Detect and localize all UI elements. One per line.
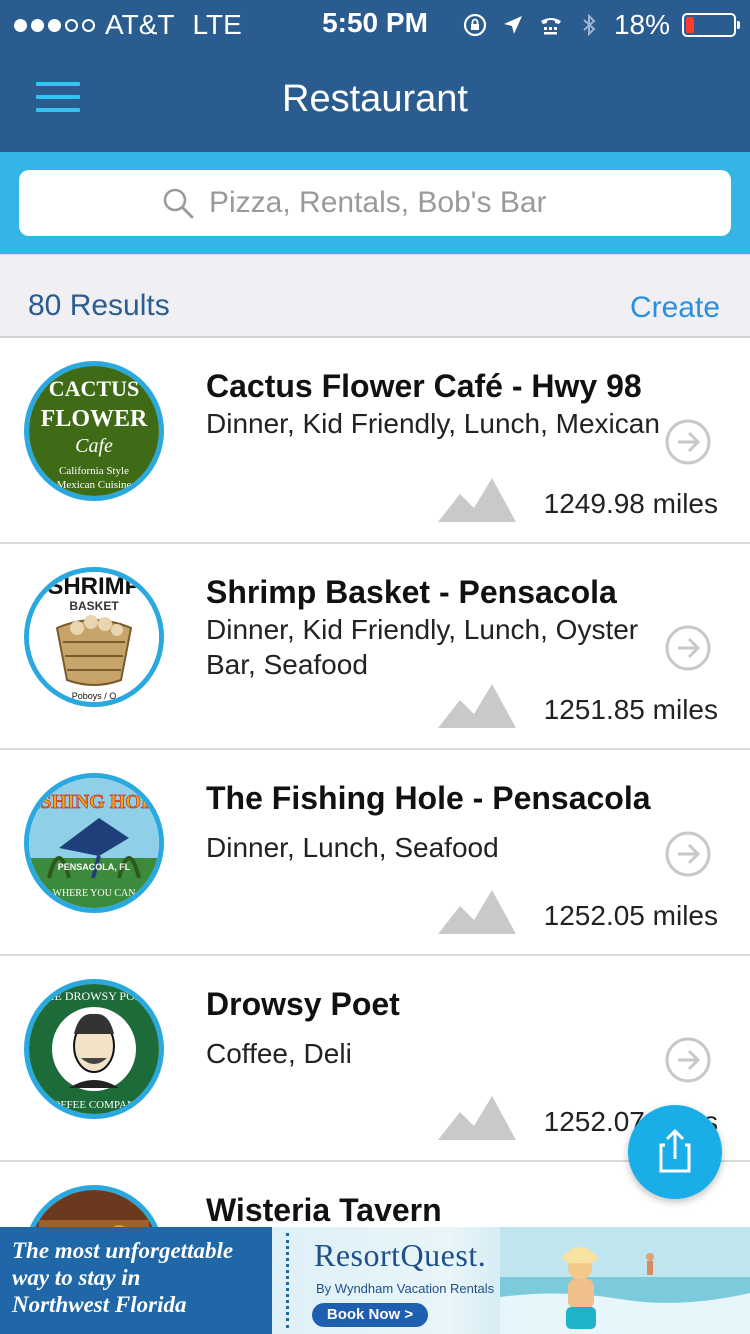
logo-text: Mexican Cuisine bbox=[57, 479, 132, 491]
battery-percent: 18% bbox=[613, 9, 670, 40]
restaurant-name: Cactus Flower Café - Hwy 98 bbox=[206, 368, 642, 404]
status-bar: AT&T LTE 5:50 PM 18% bbox=[0, 0, 750, 50]
restaurant-logo-image: SHRIMP BASKET Poboys / O bbox=[24, 567, 164, 707]
search-icon bbox=[163, 188, 194, 219]
ad-tagline-line: way to stay in bbox=[12, 1265, 141, 1290]
restaurant-name: Shrimp Basket - Pensacola bbox=[206, 574, 617, 610]
logo-text: THE DROWSY POET bbox=[39, 989, 151, 1003]
restaurant-name: Drowsy Poet bbox=[206, 986, 400, 1022]
share-icon bbox=[659, 1128, 691, 1173]
mountain-icon bbox=[438, 684, 516, 728]
restaurant-categories: Dinner, Kid Friendly, Lunch, Oyster Bar,… bbox=[206, 614, 639, 680]
navigation-bar: Restaurant bbox=[0, 50, 750, 152]
restaurant-distance: 1252.05 miles bbox=[543, 900, 718, 931]
list-item[interactable]: FISHING HOLE PENSACOLA, FL WHERE YOU CAN… bbox=[0, 750, 750, 956]
restaurant-distance: 1249.98 miles bbox=[543, 488, 718, 519]
logo-text: SHRIMP bbox=[47, 573, 140, 600]
logo-text: FISHING HOLE bbox=[29, 791, 159, 813]
battery-level-fill bbox=[686, 17, 694, 33]
bluetooth-icon bbox=[583, 13, 596, 37]
list-item[interactable]: CACTUS FLOWER Cafe California Style Mexi… bbox=[0, 338, 750, 544]
logo-text: COFFEE COMPANY bbox=[45, 1099, 143, 1111]
beach-photo bbox=[500, 1227, 750, 1334]
logo-text: PENSACOLA, FL bbox=[58, 862, 131, 872]
logo-text: Cafe bbox=[75, 435, 113, 457]
status-right: 18% bbox=[462, 8, 740, 42]
ad-tagline-line: The most unforgettable bbox=[12, 1238, 234, 1263]
list-item[interactable]: SHRIMP BASKET Poboys / O Shrimp Basket -… bbox=[0, 544, 750, 750]
mountain-icon bbox=[438, 478, 516, 522]
restaurant-logo-image: FISHING HOLE PENSACOLA, FL WHERE YOU CAN bbox=[24, 773, 164, 913]
ad-divider bbox=[286, 1233, 289, 1328]
logo-text: BASKET bbox=[69, 599, 119, 613]
share-button[interactable] bbox=[628, 1105, 722, 1199]
chevron-right-circle-icon[interactable] bbox=[664, 418, 712, 466]
create-button[interactable]: Create bbox=[630, 291, 720, 325]
chevron-right-circle-icon[interactable] bbox=[664, 1036, 712, 1084]
search-box[interactable] bbox=[19, 170, 731, 236]
book-now-button[interactable]: Book Now > bbox=[312, 1303, 428, 1327]
logo-text: California Style bbox=[59, 465, 129, 477]
ad-tagline: The most unforgettable way to stay in No… bbox=[12, 1237, 233, 1318]
rotation-lock-icon bbox=[463, 13, 487, 37]
logo-text: WHERE YOU CAN bbox=[53, 888, 136, 899]
ad-tagline-line: Northwest Florida bbox=[12, 1292, 187, 1317]
restaurant-name: The Fishing Hole - Pensacola bbox=[206, 780, 651, 816]
logo-text: Poboys / O bbox=[72, 691, 117, 701]
restaurant-logo-image: CACTUS FLOWER Cafe California Style Mexi… bbox=[24, 361, 164, 501]
mountain-icon bbox=[438, 890, 516, 934]
battery-icon bbox=[682, 13, 740, 37]
location-arrow-icon bbox=[503, 16, 522, 34]
search-bar-container bbox=[0, 152, 750, 254]
restaurant-logo-image: THE DROWSY POET COFFEE COMPANY bbox=[24, 979, 164, 1119]
page-title: Restaurant bbox=[282, 78, 468, 120]
search-input[interactable] bbox=[209, 186, 589, 220]
chevron-right-circle-icon[interactable] bbox=[664, 624, 712, 672]
restaurant-categories: Dinner, Kid Friendly, Lunch, Mexican bbox=[206, 408, 660, 439]
logo-text: CACTUS bbox=[49, 376, 139, 401]
results-header: 80 Results Create bbox=[0, 254, 750, 338]
tty-icon bbox=[540, 18, 561, 35]
ad-tagline-panel: The most unforgettable way to stay in No… bbox=[0, 1227, 272, 1334]
restaurant-distance: 1251.85 miles bbox=[543, 694, 718, 725]
restaurant-categories: Coffee, Deli bbox=[206, 1038, 352, 1069]
logo-text: FLOWER bbox=[41, 406, 148, 432]
chevron-right-circle-icon[interactable] bbox=[664, 830, 712, 878]
ad-banner[interactable]: The most unforgettable way to stay in No… bbox=[0, 1227, 750, 1334]
mountain-icon bbox=[438, 1096, 516, 1140]
restaurant-name: Wisteria Tavern bbox=[206, 1192, 442, 1228]
ad-brand-logo: ResortQuest. bbox=[314, 1237, 487, 1273]
ad-brand-subtitle: By Wyndham Vacation Rentals bbox=[316, 1281, 495, 1296]
restaurant-categories: Dinner, Lunch, Seafood bbox=[206, 832, 499, 863]
results-count: 80 Results bbox=[28, 289, 170, 322]
